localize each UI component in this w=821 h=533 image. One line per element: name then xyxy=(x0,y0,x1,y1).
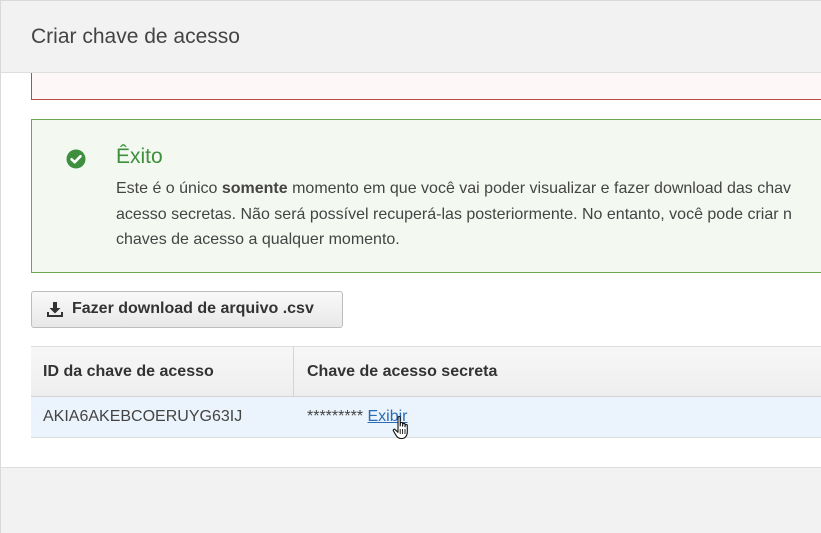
download-icon xyxy=(47,302,63,317)
check-circle-icon xyxy=(66,149,86,169)
hand-pointer-cursor-icon xyxy=(392,415,408,440)
column-header-secret-access-key: Chave de acesso secreta xyxy=(307,363,498,380)
success-message-line-1: Este é o único somente momento em que vo… xyxy=(116,176,821,202)
success-message-prefix: Este é o único xyxy=(116,180,222,197)
table-row: AKIA6AKEBCOERUYG63IJ ********* Exibir xyxy=(31,397,821,437)
success-message-suffix: momento em que você vai poder visualizar… xyxy=(287,180,792,197)
access-keys-table: ID da chave de acesso Chave de acesso se… xyxy=(31,346,821,438)
success-message-line-3: chaves de acesso a qualquer momento. xyxy=(116,231,400,248)
modal-title: Criar chave de acesso xyxy=(31,25,240,48)
success-message-line-2: acesso secretas. Não será possível recup… xyxy=(116,205,792,223)
download-csv-button[interactable]: Fazer download de arquivo .csv xyxy=(31,291,343,328)
download-csv-label: Fazer download de arquivo .csv xyxy=(72,300,314,317)
access-key-id-cell: AKIA6AKEBCOERUYG63IJ xyxy=(43,408,243,425)
modal-header: Criar chave de acesso xyxy=(1,1,821,73)
column-divider xyxy=(293,347,294,397)
success-message-emphasis: somente xyxy=(221,180,288,197)
error-alert xyxy=(31,73,821,100)
success-message: Este é o único somente momento em que vo… xyxy=(116,176,821,253)
success-alert: Êxito Este é o único somente momento em … xyxy=(31,119,821,273)
column-header-access-key-id: ID da chave de acesso xyxy=(43,363,214,380)
create-access-key-modal: Criar chave de acesso Êxito Este é o úni… xyxy=(0,0,821,533)
success-heading: Êxito xyxy=(116,145,163,168)
table-header: ID da chave de acesso Chave de acesso se… xyxy=(31,347,821,397)
secret-key-mask: ********* xyxy=(307,408,364,425)
modal-footer xyxy=(1,467,821,533)
